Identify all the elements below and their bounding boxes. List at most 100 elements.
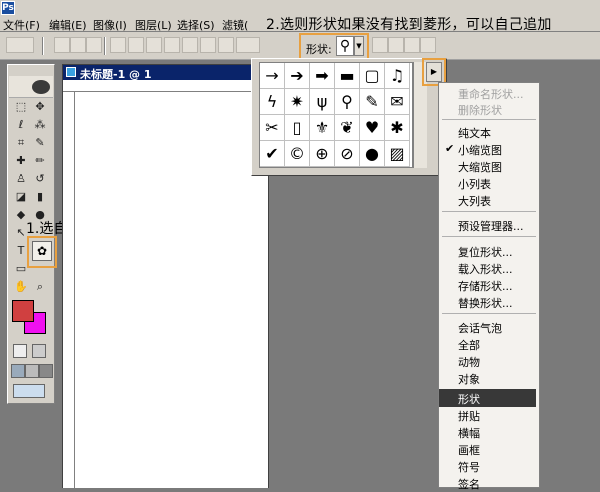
menu-file[interactable]: 文件(F) [3, 17, 40, 33]
polygon-tool-button[interactable] [200, 37, 216, 53]
menu-load-shapes[interactable]: 载入形状... [458, 261, 513, 277]
freeform-pen-button[interactable] [128, 37, 144, 53]
healing-brush-tool-icon[interactable]: ✚ [14, 154, 28, 168]
shape-layers-mode-button[interactable] [54, 37, 70, 53]
menu-delete-shape: 删除形状 [458, 104, 502, 117]
menu-library-objects[interactable]: 对象 [458, 371, 480, 387]
zoom-tool-icon[interactable]: ⌕ [33, 280, 47, 294]
menu-small-thumbnail[interactable]: 小缩览图 [458, 142, 502, 158]
shape-ornament[interactable]: ❦ [335, 115, 360, 141]
shape-arrow-thin[interactable]: → [260, 63, 285, 89]
gradient-tool-icon[interactable]: ▮ [33, 190, 47, 204]
photoshop-app-icon[interactable]: Ps [1, 1, 15, 15]
jump-to-imageready-icon[interactable] [13, 384, 45, 398]
menu-layer[interactable]: 图层(L) [135, 17, 172, 33]
intersect-mode-button[interactable] [404, 37, 420, 53]
screen-mode-standard-icon[interactable] [11, 364, 25, 378]
shape-arrow-bold[interactable]: ➡ [310, 63, 335, 89]
vertical-ruler[interactable] [63, 92, 75, 488]
shape-blank-page[interactable]: ▯ [285, 115, 310, 141]
shape-arrow-medium[interactable]: ➔ [285, 63, 310, 89]
shape-grid: → ➔ ➡ ▬ ▢ ♫ ϟ ✷ ψ ⚲ ✎ ✉ ✂ ▯ ⚜ ❦ ♥ ✱ ✔ © … [259, 62, 413, 168]
shape-checkmark[interactable]: ✔ [260, 141, 285, 167]
menu-selection-highlight [439, 389, 536, 407]
shape-splat[interactable]: ✱ [385, 115, 410, 141]
rounded-rectangle-tool-button[interactable] [164, 37, 180, 53]
shape-music-note[interactable]: ♫ [385, 63, 410, 89]
subtract-mode-button[interactable] [388, 37, 404, 53]
menu-image[interactable]: 图像(I) [93, 17, 127, 33]
quick-mask-mode-icon[interactable] [32, 344, 46, 358]
horizontal-ruler[interactable] [63, 80, 268, 92]
menu-save-shapes[interactable]: 存储形状... [458, 278, 513, 294]
eraser-tool-icon[interactable]: ◪ [14, 190, 28, 204]
ellipse-tool-button[interactable] [182, 37, 198, 53]
shape-fleur-de-lis[interactable]: ⚜ [310, 115, 335, 141]
menu-library-animals[interactable]: 动物 [458, 354, 480, 370]
shape-frame[interactable]: ▢ [360, 63, 385, 89]
crop-tool-icon[interactable]: ⌗ [14, 136, 28, 150]
marquee-tool-icon[interactable]: ⬚ [14, 100, 28, 114]
chevron-right-icon[interactable]: ▶ [426, 62, 442, 82]
shape-envelope[interactable]: ✉ [385, 89, 410, 115]
shape-lightbulb[interactable]: ⚲ [335, 89, 360, 115]
menu-replace-shapes[interactable]: 替换形状... [458, 295, 513, 311]
standard-mode-icon[interactable] [13, 344, 27, 358]
clone-stamp-tool-icon[interactable]: ♙ [14, 172, 28, 186]
paths-mode-button[interactable] [70, 37, 86, 53]
chevron-down-icon[interactable]: ▼ [354, 36, 364, 56]
menu-edit[interactable]: 编辑(E) [49, 17, 87, 33]
shape-lightning[interactable]: ϟ [260, 89, 285, 115]
document-canvas[interactable] [75, 92, 268, 488]
magic-wand-tool-icon[interactable]: ⁂ [33, 118, 47, 132]
custom-shape-tool-button[interactable] [236, 37, 260, 53]
line-tool-button[interactable] [218, 37, 234, 53]
history-brush-tool-icon[interactable]: ↺ [33, 172, 47, 186]
screen-mode-full-menu-icon[interactable] [25, 364, 39, 378]
combine-mode-button[interactable] [372, 37, 388, 53]
menu-library-frames[interactable]: 画框 [458, 442, 480, 458]
menu-library-talk-bubbles[interactable]: 会话气泡 [458, 320, 502, 336]
menu-large-thumbnail[interactable]: 大缩览图 [458, 159, 502, 175]
menu-reset-shapes[interactable]: 复位形状... [458, 244, 513, 260]
shape-hatched-square[interactable]: ▨ [385, 141, 410, 167]
hand-tool-icon[interactable]: ✋ [14, 280, 28, 294]
menu-text-only[interactable]: 纯文本 [458, 125, 491, 141]
shape-speech-bubble[interactable]: ● [360, 141, 385, 167]
pen-tool-button[interactable] [110, 37, 126, 53]
menu-library-shapes[interactable]: 形状 [458, 391, 480, 407]
shape-target[interactable]: ⊕ [310, 141, 335, 167]
notes-tool-icon[interactable]: ▭ [14, 262, 28, 276]
shape-starburst[interactable]: ✷ [285, 89, 310, 115]
screen-mode-full-icon[interactable] [39, 364, 53, 378]
menu-large-list[interactable]: 大列表 [458, 193, 491, 209]
tool-preset-picker[interactable] [6, 37, 34, 53]
rectangle-tool-button[interactable] [146, 37, 162, 53]
lightbulb-icon[interactable]: ⚲ [336, 36, 354, 56]
menu-library-signs[interactable]: 签名 [458, 476, 480, 492]
type-tool-icon[interactable]: T [14, 244, 28, 258]
shape-banner[interactable]: ▬ [335, 63, 360, 89]
brush-tool-icon[interactable]: ✏ [33, 154, 47, 168]
shape-copyright[interactable]: © [285, 141, 310, 167]
shape-heart[interactable]: ♥ [360, 115, 385, 141]
menu-library-all[interactable]: 全部 [458, 337, 480, 353]
menu-library-symbols[interactable]: 符号 [458, 459, 480, 475]
menu-select[interactable]: 选择(S) [177, 17, 215, 33]
menu-library-banners[interactable]: 横幅 [458, 425, 480, 441]
foreground-color-swatch[interactable] [12, 300, 34, 322]
shape-grass[interactable]: ψ [310, 89, 335, 115]
lasso-tool-icon[interactable]: ℓ [14, 118, 28, 132]
fill-pixels-mode-button[interactable] [86, 37, 102, 53]
shape-no-sign[interactable]: ⊘ [335, 141, 360, 167]
shape-scissors[interactable]: ✂ [260, 115, 285, 141]
move-tool-icon[interactable]: ✥ [33, 100, 47, 114]
custom-shape-tool-icon[interactable]: ✿ [32, 241, 52, 261]
shape-pen-scroll[interactable]: ✎ [360, 89, 385, 115]
slice-tool-icon[interactable]: ✎ [33, 136, 47, 150]
menu-library-tiles[interactable]: 拼贴 [458, 408, 480, 424]
menu-small-list[interactable]: 小列表 [458, 176, 491, 192]
menu-filter[interactable]: 滤镜( [222, 17, 248, 33]
menu-preset-manager[interactable]: 预设管理器... [458, 218, 524, 234]
exclude-mode-button[interactable] [420, 37, 436, 53]
